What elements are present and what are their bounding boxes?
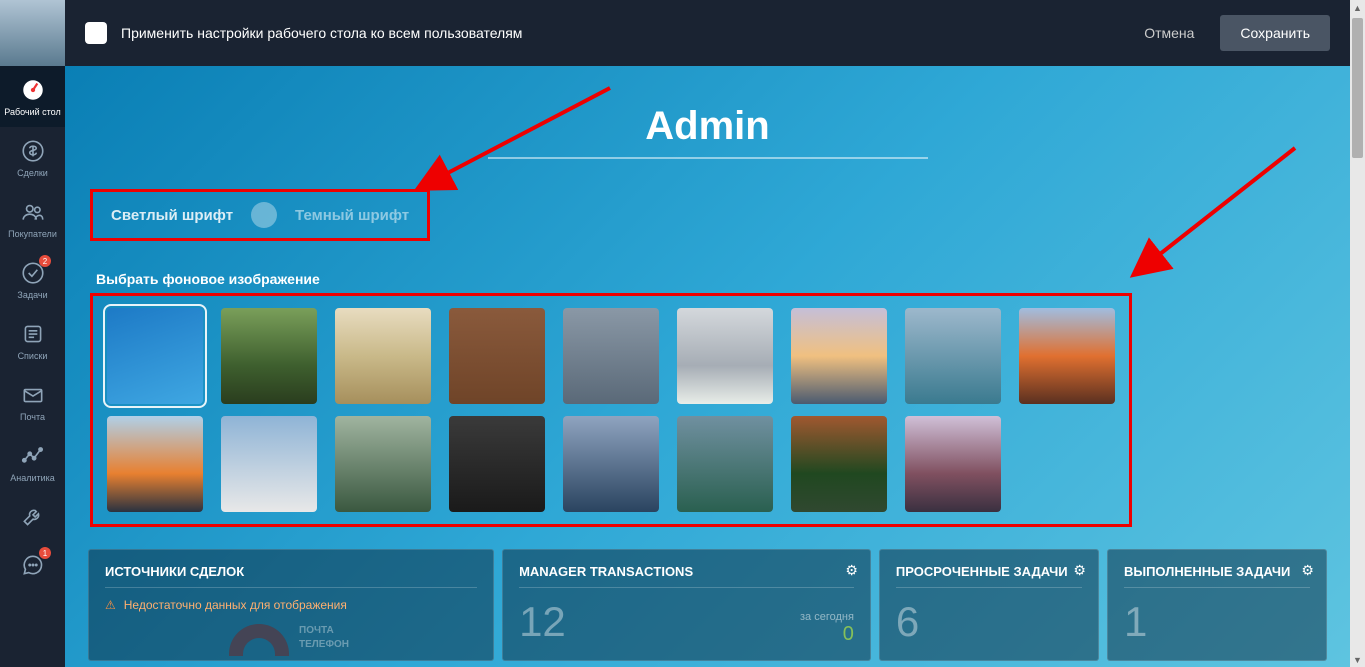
bg-thumb-15[interactable] — [791, 416, 887, 512]
sidebar-item-label: Сделки — [17, 168, 48, 178]
sidebar-item-mail[interactable]: Почта — [0, 371, 65, 432]
apply-all-label: Применить настройки рабочего стола ко вс… — [121, 25, 522, 41]
page-title: Admin — [80, 104, 1335, 149]
bg-section-label: Выбрать фоновое изображение — [96, 271, 1335, 287]
sidebar-item-buyers[interactable]: Покупатели — [0, 188, 65, 249]
sidebar-item-label: Почта — [20, 412, 45, 422]
widget-title: ВЫПОЛНЕННЫЕ ЗАДАЧИ — [1124, 564, 1310, 588]
today-value: 0 — [800, 623, 854, 646]
widget-title: ПРОСРОЧЕННЫЕ ЗАДАЧИ — [896, 564, 1082, 588]
bg-thumb-3[interactable] — [449, 308, 545, 404]
bg-thumb-12[interactable] — [449, 416, 545, 512]
bg-thumb-16[interactable] — [905, 416, 1001, 512]
sidebar-item-deals[interactable]: Сделки — [0, 127, 65, 188]
sidebar-item-chat[interactable]: 1 — [0, 541, 65, 589]
badge: 1 — [39, 547, 51, 559]
bg-thumb-10[interactable] — [221, 416, 317, 512]
sidebar-item-label: Аналитика — [10, 473, 55, 483]
gear-icon[interactable]: ⚙ — [1073, 562, 1086, 579]
scrollbar-thumb[interactable] — [1352, 18, 1363, 158]
widgets-row: ИСТОЧНИКИ СДЕЛОК ⚠ Недостаточно данных д… — [88, 549, 1327, 661]
bg-row — [107, 416, 1115, 512]
font-toggle-annotation: Светлый шрифт Темный шрифт — [90, 189, 430, 241]
bg-thumb-9[interactable] — [107, 416, 203, 512]
scrollbar[interactable]: ▲ ▼ — [1350, 0, 1365, 667]
sidebar: Рабочий стол Сделки Покупатели 2 Задачи … — [0, 0, 65, 667]
scrollbar-down-arrow[interactable]: ▼ — [1350, 652, 1365, 667]
topbar: Применить настройки рабочего стола ко вс… — [65, 0, 1350, 66]
source-legend: ПОЧТА ТЕЛЕФОН — [299, 624, 349, 652]
widget-value: 12 — [519, 598, 566, 646]
sidebar-item-label: Задачи — [17, 290, 47, 300]
bg-thumb-1[interactable] — [221, 308, 317, 404]
bg-thumb-5[interactable] — [677, 308, 773, 404]
legend-item: ПОЧТА — [299, 624, 349, 638]
dollar-icon — [19, 137, 47, 165]
bg-thumb-4[interactable] — [563, 308, 659, 404]
bg-thumb-0[interactable] — [107, 308, 203, 404]
sidebar-item-dashboard[interactable]: Рабочий стол — [0, 66, 65, 127]
apply-all-checkbox[interactable] — [85, 22, 107, 44]
badge: 2 — [39, 255, 51, 267]
sidebar-item-label: Рабочий стол — [4, 107, 61, 117]
main-area: Admin Светлый шрифт Темный шрифт Выбрать… — [65, 66, 1350, 667]
insufficient-data-warning: ⚠ Недостаточно данных для отображения — [105, 598, 477, 612]
widget-title: ИСТОЧНИКИ СДЕЛОК — [105, 564, 477, 588]
dashboard-icon — [19, 76, 47, 104]
sidebar-item-label: Списки — [18, 351, 48, 361]
widget-overdue-tasks: ⚙ ПРОСРОЧЕННЫЕ ЗАДАЧИ 6 — [879, 549, 1099, 661]
wrench-icon — [19, 503, 47, 531]
scrollbar-up-arrow[interactable]: ▲ — [1350, 0, 1365, 15]
bg-grid — [107, 308, 1115, 512]
gear-icon[interactable]: ⚙ — [845, 562, 858, 579]
bg-thumb-2[interactable] — [335, 308, 431, 404]
donut-chart — [229, 624, 289, 656]
sidebar-item-analytics[interactable]: Аналитика — [0, 432, 65, 493]
font-light-option[interactable]: Светлый шрифт — [111, 207, 233, 224]
sidebar-logo — [0, 0, 65, 66]
legend-item: ТЕЛЕФОН — [299, 638, 349, 652]
widget-done-tasks: ⚙ ВЫПОЛНЕННЫЕ ЗАДАЧИ 1 — [1107, 549, 1327, 661]
bg-thumb-8[interactable] — [1019, 308, 1115, 404]
mail-icon — [19, 381, 47, 409]
sidebar-item-lists[interactable]: Списки — [0, 310, 65, 371]
bg-thumb-14[interactable] — [677, 416, 773, 512]
widget-manager-transactions: ⚙ MANAGER TRANSACTIONS 12 за сегодня 0 — [502, 549, 871, 661]
analytics-icon — [19, 442, 47, 470]
save-button[interactable]: Сохранить — [1220, 15, 1330, 51]
widget-value: 1 — [1124, 598, 1310, 646]
gear-icon[interactable]: ⚙ — [1301, 562, 1314, 579]
bg-thumb-13[interactable] — [563, 416, 659, 512]
font-toggle-knob[interactable] — [251, 202, 277, 228]
title-divider — [488, 157, 928, 159]
bg-grid-annotation — [90, 293, 1132, 527]
widget-title: MANAGER TRANSACTIONS — [519, 564, 854, 588]
users-icon — [19, 198, 47, 226]
today-label: за сегодня — [800, 611, 854, 623]
topbar-left: Применить настройки рабочего стола ко вс… — [85, 22, 522, 44]
widget-value: 6 — [896, 598, 1082, 646]
warning-icon: ⚠ — [105, 598, 116, 612]
bg-thumb-11[interactable] — [335, 416, 431, 512]
warning-text: Недостаточно данных для отображения — [124, 598, 347, 612]
font-dark-option[interactable]: Темный шрифт — [295, 207, 409, 224]
sidebar-item-label: Покупатели — [8, 229, 57, 239]
cancel-button[interactable]: Отмена — [1128, 15, 1210, 51]
list-icon — [19, 320, 47, 348]
sidebar-item-settings[interactable] — [0, 493, 65, 541]
widget-sources: ИСТОЧНИКИ СДЕЛОК ⚠ Недостаточно данных д… — [88, 549, 494, 661]
bg-thumb-6[interactable] — [791, 308, 887, 404]
sidebar-item-tasks[interactable]: 2 Задачи — [0, 249, 65, 310]
bg-row — [107, 308, 1115, 404]
bg-thumb-7[interactable] — [905, 308, 1001, 404]
topbar-right: Отмена Сохранить — [1128, 15, 1330, 51]
